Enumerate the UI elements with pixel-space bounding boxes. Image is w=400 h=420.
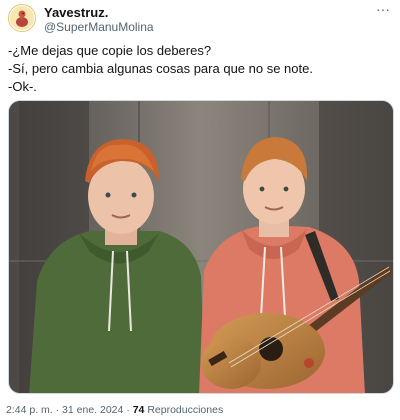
views-label: Reproducciones — [147, 404, 224, 416]
tweet-header: Yavestruz. @SuperManuMolina ··· — [8, 2, 392, 40]
ostrich-avatar-icon — [10, 6, 34, 30]
avatar[interactable] — [8, 4, 36, 32]
photo-image — [9, 101, 393, 393]
tweet-date[interactable]: 31 ene. 2024 — [62, 404, 123, 416]
tweet-text-line-3: -Ok-. — [8, 79, 37, 94]
tweet-time[interactable]: 2:44 p. m. — [6, 404, 53, 416]
user-handle[interactable]: @SuperManuMolina — [44, 20, 154, 35]
meta-separator-2: · — [126, 404, 130, 416]
display-name[interactable]: Yavestruz. — [44, 5, 154, 20]
tweet-photo[interactable] — [8, 100, 394, 394]
meta-separator: · — [55, 404, 60, 416]
more-options-icon[interactable]: ··· — [374, 2, 392, 18]
views-count: 74 — [132, 404, 145, 416]
tweet-text: -¿Me dejas que copie los deberes? -Sí, p… — [8, 42, 392, 96]
author-names: Yavestruz. @SuperManuMolina — [44, 5, 154, 35]
tweet-meta: 2:44 p. m. · 31 ene. 2024 · 74 Reproducc… — [6, 404, 223, 416]
tweet-text-line-1: -¿Me dejas que copie los deberes? — [8, 43, 212, 58]
tweet-text-line-2: -Sí, pero cambia algunas cosas para que … — [8, 61, 313, 76]
